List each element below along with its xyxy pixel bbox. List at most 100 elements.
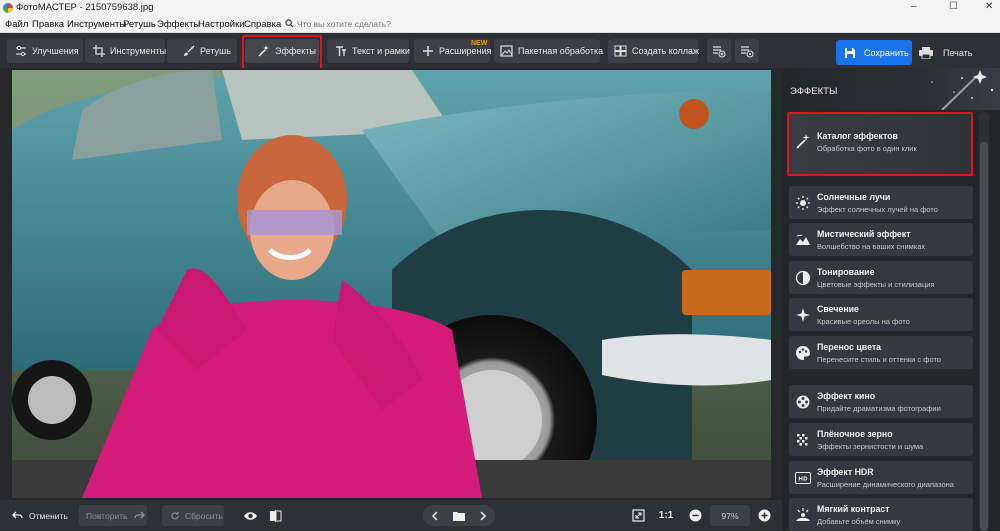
zoom-value[interactable]: 97%: [710, 505, 750, 526]
fit-screen-button[interactable]: [628, 505, 648, 526]
preview-toggle[interactable]: [240, 505, 260, 526]
effect-title: Плёночное зерно: [817, 429, 893, 439]
mountain-icon: [796, 234, 810, 245]
crop-icon: [93, 45, 105, 57]
actual-size-button[interactable]: 1:1: [655, 505, 677, 526]
effect-cinema[interactable]: Эффект кино Придайте драматизма фотограф…: [789, 385, 973, 418]
redo-button[interactable]: Повторить: [79, 505, 147, 526]
effect-color-transfer[interactable]: Перенос цвета Перенесите стиль и оттенки…: [789, 336, 973, 369]
tab-tools-label: Инструменты: [110, 46, 167, 56]
next-image-icon[interactable]: [480, 510, 487, 521]
menu-retouch[interactable]: Ретушь: [123, 19, 156, 30]
tab-improvements-label: Улучшения: [32, 46, 79, 56]
reset-button[interactable]: Сбросить: [162, 505, 224, 526]
menu-help[interactable]: Справка: [244, 19, 281, 30]
close-button[interactable]: ✕: [985, 1, 993, 12]
compare-toggle[interactable]: [265, 505, 285, 526]
undo-button[interactable]: Отменить: [5, 505, 73, 526]
effect-title: Перенос цвета: [817, 342, 882, 352]
print-label: Печать: [943, 47, 973, 58]
catalog-highlight: [787, 112, 973, 176]
effect-soft-contrast[interactable]: Мягкий контраст Добавьте объём снимку: [789, 498, 973, 531]
save-label: Сохранить: [864, 47, 909, 58]
menu-effects[interactable]: Эффекты: [157, 19, 200, 30]
tab-collage[interactable]: Создать коллаж: [608, 39, 699, 63]
menu-edit[interactable]: Правка: [32, 19, 64, 30]
maximize-button[interactable]: ☐: [949, 1, 958, 12]
effect-mystic[interactable]: Мистический эффект Волшебство на ваших с…: [789, 223, 973, 256]
minimize-button[interactable]: –: [911, 1, 917, 12]
print-button[interactable]: Печать: [919, 40, 977, 65]
printer-icon: [919, 46, 933, 59]
effect-title: Эффект кино: [817, 391, 876, 401]
hdr-icon: HD: [795, 472, 811, 484]
effect-subtitle: Расширение динамического диапазона: [817, 480, 954, 489]
save-icon: [845, 47, 855, 58]
tab-retouch[interactable]: Ретушь: [167, 39, 237, 63]
effect-subtitle: Волшебство на ваших снимках: [817, 242, 926, 251]
zoom-in-button[interactable]: [755, 505, 773, 526]
brush-icon: [184, 45, 195, 56]
folder-icon[interactable]: [452, 511, 465, 521]
menu-settings[interactable]: Настройки: [198, 19, 245, 30]
effect-subtitle: Цветовые эффекты и стилизация: [817, 280, 935, 289]
app-logo-icon: [3, 3, 13, 13]
effect-toning[interactable]: Тонирование Цветовые эффекты и стилизаци…: [789, 261, 973, 294]
effect-title: Тонирование: [817, 267, 875, 277]
redo-label: Повторить: [86, 510, 128, 521]
tab-batch[interactable]: Пакетная обработка: [494, 39, 603, 63]
panel-scrollbar-thumb[interactable]: [980, 142, 988, 531]
contrast-icon: [796, 508, 810, 521]
film-reel-icon: [796, 395, 810, 409]
sun-icon: [796, 196, 810, 210]
effect-film-grain[interactable]: Плёночное зерно Эффекты зернистости и шу…: [789, 423, 973, 456]
menu-tools[interactable]: Инструменты: [67, 19, 126, 30]
add-filter-button[interactable]: [707, 39, 731, 63]
effect-subtitle: Эффекты зернистости и шума: [817, 442, 924, 451]
compare-icon: [269, 509, 281, 522]
zoom-out-icon: [689, 509, 701, 522]
effect-glow[interactable]: Свечение Красивые ореолы на фото: [789, 298, 973, 331]
effect-title: Мистический эффект: [817, 229, 911, 239]
undo-icon: [12, 511, 23, 519]
effect-subtitle: Придайте драматизма фотографии: [817, 404, 941, 413]
batch-icon: [500, 45, 513, 57]
presets-button[interactable]: [735, 39, 759, 63]
new-badge: NEW: [471, 40, 488, 47]
zoom-out-button[interactable]: [686, 505, 704, 526]
app-window: ФотоМАСТЕР - 2150759638.jpg – ☐ ✕ Файл П…: [0, 0, 1000, 531]
collage-icon: [614, 45, 627, 57]
svg-text:HD: HD: [798, 477, 808, 483]
title-bar: ФотоМАСТЕР - 2150759638.jpg – ☐ ✕: [0, 0, 1000, 16]
panel-header: ЭФФЕКТЫ: [782, 68, 1000, 110]
effect-subtitle: Добавьте объём снимку: [817, 517, 901, 526]
palette-icon: [796, 346, 810, 360]
tab-text-frames-label: Текст и рамки: [352, 46, 410, 56]
effect-title: Эффект HDR: [817, 467, 874, 477]
file-navigator: [423, 505, 495, 526]
eye-icon: [243, 511, 257, 520]
tab-improvements[interactable]: Улучшения: [7, 39, 83, 63]
plus-icon: [423, 46, 433, 56]
effect-subtitle: Перенесите стиль и оттенки с фото: [817, 355, 941, 364]
save-button[interactable]: Сохранить: [836, 40, 912, 65]
menu-file[interactable]: Файл: [5, 19, 28, 30]
effect-sun-rays[interactable]: Солнечные лучи Эффект солнечных лучей на…: [789, 186, 973, 219]
tab-retouch-label: Ретушь: [200, 46, 231, 56]
reset-icon: [171, 511, 179, 519]
redo-icon: [133, 511, 145, 519]
effect-subtitle: Красивые ореолы на фото: [817, 317, 910, 326]
photo-canvas[interactable]: [12, 70, 771, 498]
tab-tools[interactable]: Инструменты: [85, 39, 167, 63]
sliders-icon: [16, 45, 26, 57]
prev-image-icon[interactable]: [431, 510, 438, 521]
effect-hdr[interactable]: HD Эффект HDR Расширение динамического д…: [789, 461, 973, 494]
window-title: ФотоМАСТЕР - 2150759638.jpg: [16, 2, 154, 13]
list-add-icon: [713, 45, 726, 57]
grain-icon: [797, 434, 808, 446]
half-circle-icon: [795, 270, 811, 286]
tab-text-frames[interactable]: Текст и рамки: [327, 39, 410, 63]
search-input[interactable]: [297, 17, 437, 31]
reset-label: Сбросить: [185, 510, 223, 521]
fit-screen-icon: [631, 509, 645, 522]
